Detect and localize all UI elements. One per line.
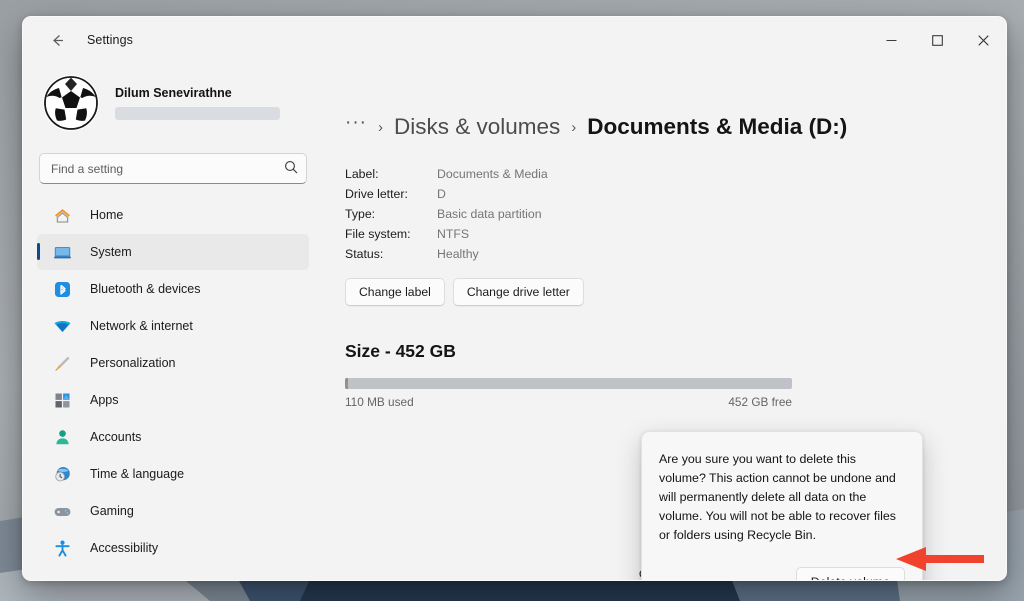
capacity-free-label: 452 GB free — [728, 395, 792, 409]
accessibility-person-icon — [51, 537, 73, 559]
paintbrush-icon — [51, 352, 73, 374]
sidebar-item-home[interactable]: Home — [37, 197, 309, 233]
sidebar-item-label: Network & internet — [90, 319, 193, 333]
window-controls — [868, 17, 1006, 63]
sidebar-item-time-language[interactable]: Time & language — [37, 456, 309, 492]
system-monitor-icon — [51, 241, 73, 263]
clock-globe-icon — [51, 463, 73, 485]
property-key-type: Type: — [345, 207, 437, 221]
sidebar-item-personalization[interactable]: Personalization — [37, 345, 309, 381]
main-content: ··· › Disks & volumes › Documents & Medi… — [323, 63, 1006, 580]
sidebar-item-label: Accounts — [90, 430, 141, 444]
property-value-status: Healthy — [437, 247, 966, 261]
sidebar-item-apps[interactable]: Apps — [37, 382, 309, 418]
sidebar-item-system[interactable]: System — [37, 234, 309, 270]
title-bar: Settings — [23, 17, 1006, 63]
sidebar-item-gaming[interactable]: Gaming — [37, 493, 309, 529]
change-label-button[interactable]: Change label — [345, 278, 445, 306]
capacity-used-label: 110 MB used — [345, 395, 414, 409]
sidebar: Dilum Senevirathne — [23, 63, 323, 580]
property-actions: Change label Change drive letter — [345, 278, 966, 306]
property-key-file-system: File system: — [345, 227, 437, 241]
change-drive-letter-button[interactable]: Change drive letter — [453, 278, 584, 306]
window-body: Dilum Senevirathne — [23, 63, 1006, 580]
person-icon — [51, 426, 73, 448]
breadcrumb-overflow-icon[interactable]: ··· — [345, 118, 367, 137]
property-value-type: Basic data partition — [437, 207, 966, 221]
volume-properties: Label: Documents & Media Drive letter: D… — [345, 167, 966, 261]
wifi-icon — [51, 315, 73, 337]
sidebar-item-label: Bluetooth & devices — [90, 282, 201, 296]
search-box — [39, 153, 307, 184]
back-arrow-icon[interactable] — [41, 24, 73, 56]
sidebar-item-label: Apps — [90, 393, 119, 407]
close-button[interactable] — [960, 17, 1006, 63]
bluetooth-icon — [51, 278, 73, 300]
breadcrumb-separator-icon: › — [571, 119, 576, 136]
property-key-status: Status: — [345, 247, 437, 261]
account-text: Dilum Senevirathne — [115, 86, 309, 120]
property-key-label: Label: — [345, 167, 437, 181]
property-value-label: Documents & Media — [437, 167, 966, 181]
sidebar-item-label: Accessibility — [90, 541, 158, 555]
property-key-drive-letter: Drive letter: — [345, 187, 437, 201]
home-icon — [51, 204, 73, 226]
account-email-redacted — [115, 107, 280, 120]
delete-confirmation-flyout: Are you sure you want to delete this vol… — [641, 431, 923, 581]
breadcrumb-parent-link[interactable]: Disks & volumes — [394, 114, 560, 140]
sidebar-item-label: Personalization — [90, 356, 175, 370]
sidebar-item-bluetooth-devices[interactable]: Bluetooth & devices — [37, 271, 309, 307]
delete-volume-button[interactable]: Delete volume — [796, 567, 905, 581]
capacity-labels: 110 MB used 452 GB free — [345, 395, 792, 409]
property-value-drive-letter: D — [437, 187, 966, 201]
sidebar-item-network-internet[interactable]: Network & internet — [37, 308, 309, 344]
sidebar-item-label: Gaming — [90, 504, 134, 518]
sidebar-item-label: Time & language — [90, 467, 184, 481]
breadcrumb-separator-icon: › — [378, 119, 383, 136]
sidebar-item-accessibility[interactable]: Accessibility — [37, 530, 309, 566]
app-title: Settings — [87, 33, 133, 47]
sidebar-item-label: System — [90, 245, 132, 259]
sidebar-item-accounts[interactable]: Accounts — [37, 419, 309, 455]
soccer-ball-avatar — [43, 75, 99, 131]
breadcrumb: ··· › Disks & volumes › Documents & Medi… — [345, 110, 966, 144]
capacity-bar — [345, 378, 792, 389]
apps-grid-icon — [51, 389, 73, 411]
settings-window: Settings — [22, 16, 1007, 581]
minimize-button[interactable] — [868, 17, 914, 63]
page-title: Documents & Media (D:) — [587, 114, 847, 140]
account-card[interactable]: Dilum Senevirathne — [37, 67, 309, 139]
delete-confirmation-message: Are you sure you want to delete this vol… — [659, 450, 905, 545]
sidebar-nav: Home System — [37, 197, 309, 566]
delete-confirmation-actions: Delete volume — [659, 567, 905, 581]
maximize-button[interactable] — [914, 17, 960, 63]
search-input[interactable] — [39, 153, 307, 184]
property-value-file-system: NTFS — [437, 227, 966, 241]
capacity-used-segment — [345, 378, 348, 389]
size-heading: Size - 452 GB — [345, 341, 966, 362]
gamepad-icon — [51, 500, 73, 522]
sidebar-item-label: Home — [90, 208, 123, 222]
account-name: Dilum Senevirathne — [115, 86, 309, 100]
desktop-background: Settings — [0, 0, 1024, 601]
